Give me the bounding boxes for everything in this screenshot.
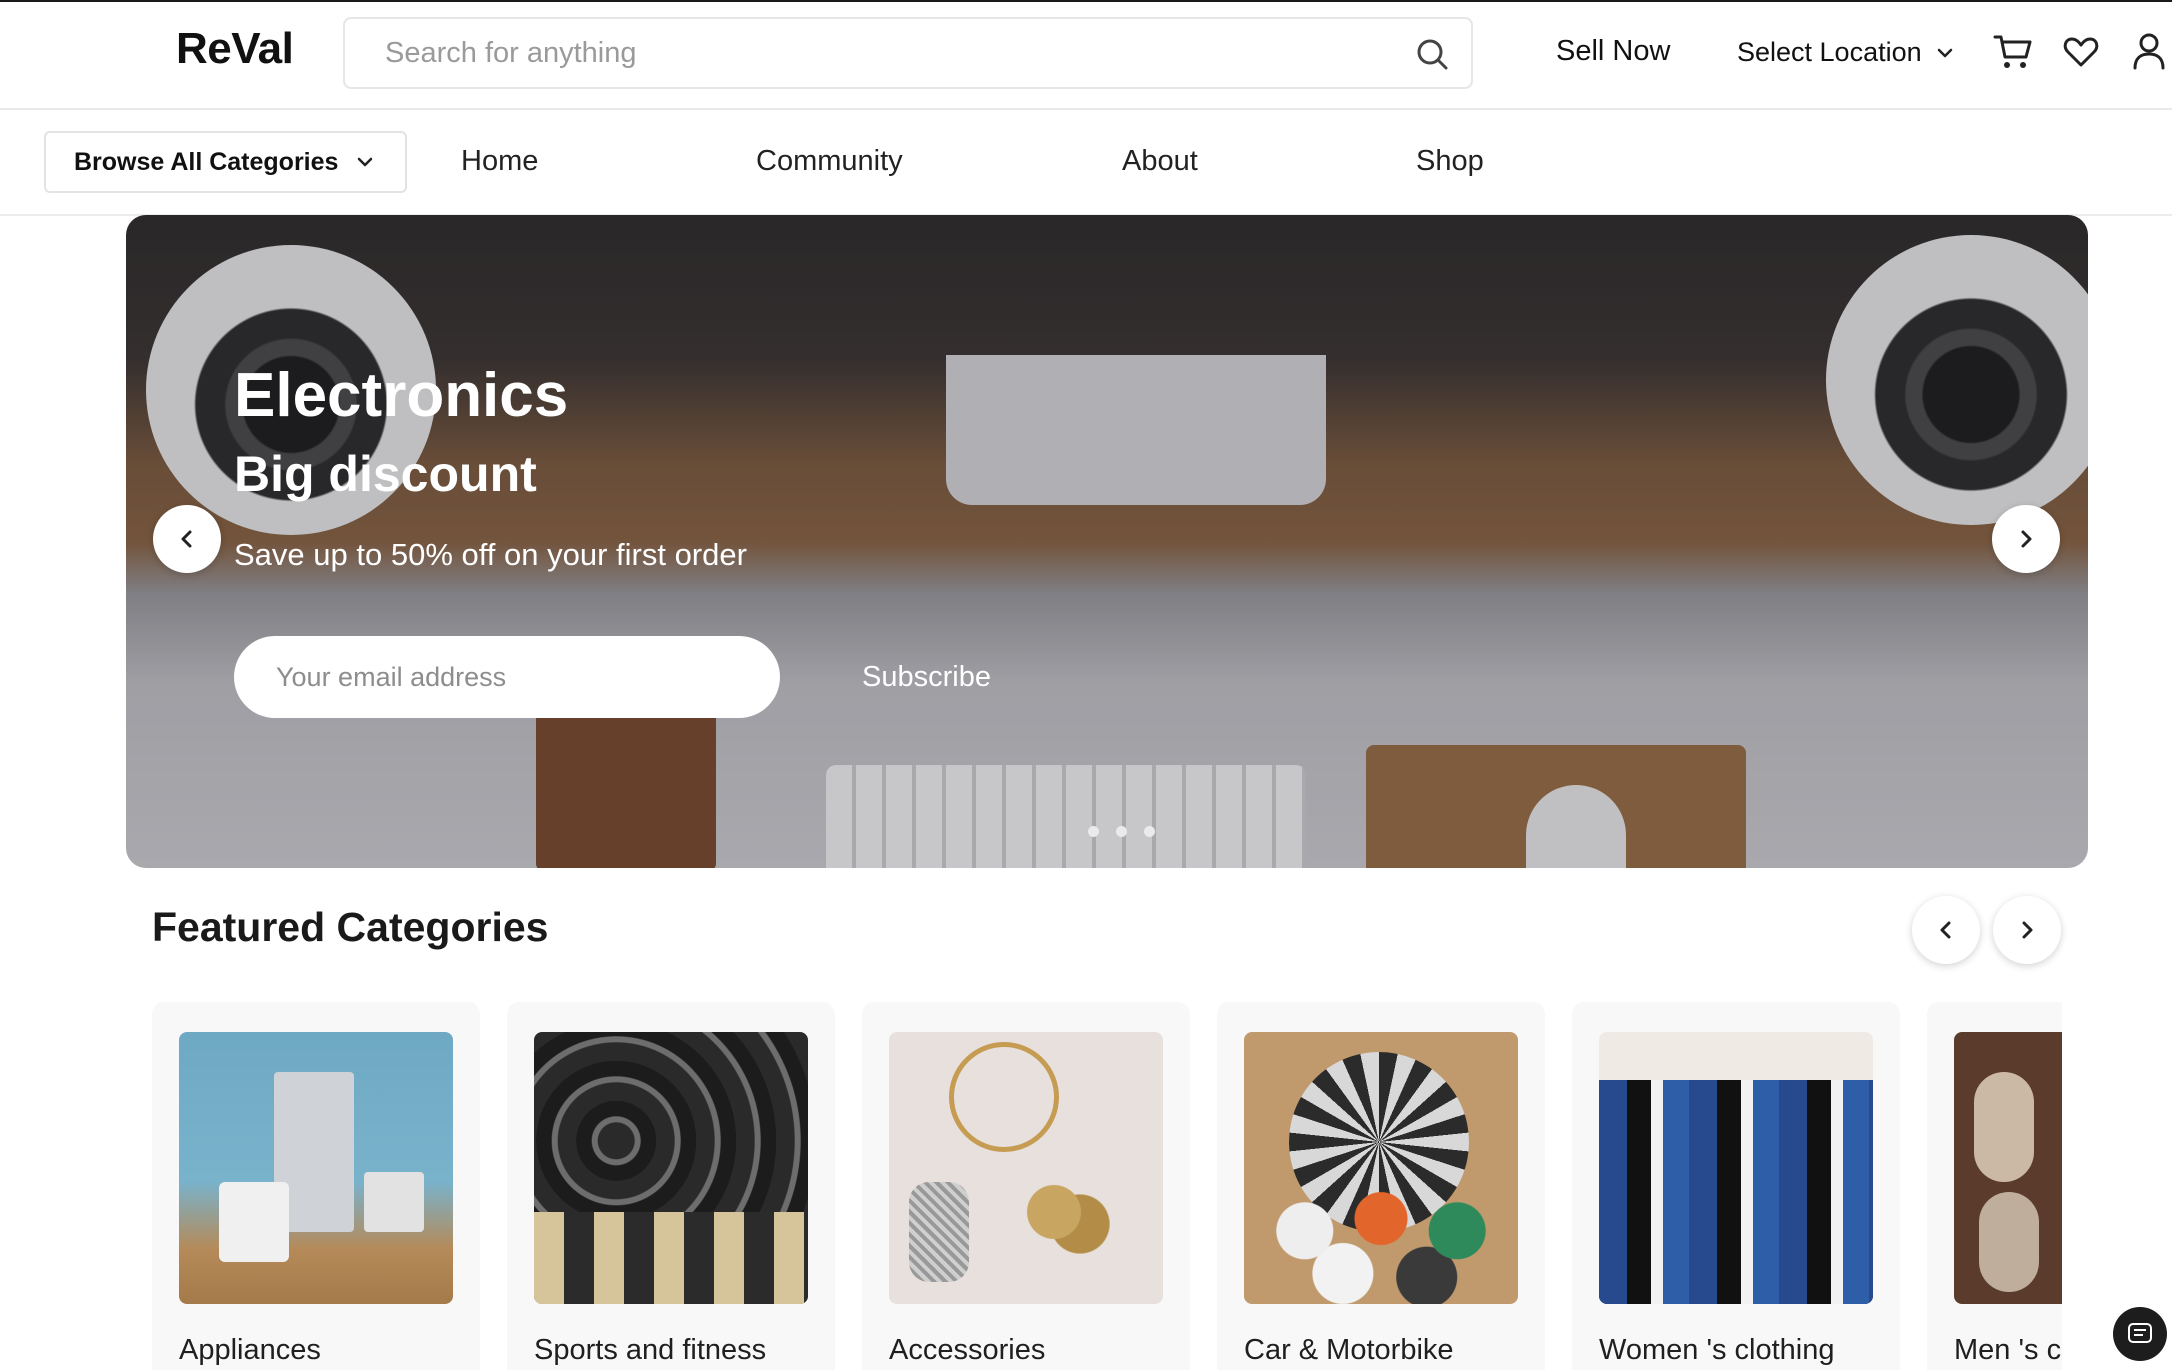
category-card-accessories[interactable]: Accessories [862,1002,1190,1370]
page: ReVal Sell Now Select Location [0,0,2172,1370]
top-header: ReVal Sell Now Select Location [0,2,2172,110]
carousel-dot[interactable] [1144,826,1155,837]
chat-icon [2128,1323,2152,1343]
carousel-dots [1088,826,1155,837]
search-icon[interactable] [1413,35,1453,75]
hero-title: Electronics [234,361,569,430]
location-select[interactable]: Select Location [1737,37,1956,68]
appliances-image [179,1032,453,1304]
carousel-dot[interactable] [1116,826,1127,837]
nav-home[interactable]: Home [461,145,538,178]
mens-clothing-image [1954,1032,2062,1304]
search-input[interactable] [385,33,1345,73]
sports-image [534,1032,808,1304]
heart-icon[interactable] [2058,28,2104,74]
browse-categories-button[interactable]: Browse All Categories [44,131,407,193]
chevron-left-icon [1940,921,1951,939]
hero-subtitle: Big discount [234,446,537,502]
category-cards: Appliances Sports and fitness Accessorie… [152,1002,2062,1370]
category-card-womens-clothing[interactable]: Women 's clothing [1572,1002,1900,1370]
location-label: Select Location [1737,37,1922,67]
featured-categories-title: Featured Categories [152,904,549,950]
hero-banner: Electronics Big discount Save up to 50% … [126,215,2088,868]
category-label: Women 's clothing [1599,1334,1835,1366]
category-card-mens-clothing[interactable]: Men 's c [1927,1002,2062,1370]
hero-next-button[interactable] [1992,505,2060,573]
sell-now-link[interactable]: Sell Now [1556,35,1670,68]
chevron-right-icon [2022,921,2033,939]
nav-about[interactable]: About [1122,145,1198,178]
nav-shop[interactable]: Shop [1416,145,1484,178]
accessories-image [889,1032,1163,1304]
chat-button[interactable] [2113,1307,2167,1361]
search-bar [343,17,1473,89]
featured-prev-button[interactable] [1912,896,1980,964]
womens-clothing-image [1599,1032,1873,1304]
category-card-car-motorbike[interactable]: Car & Motorbike [1217,1002,1545,1370]
featured-next-button[interactable] [1993,896,2061,964]
hero-text: Save up to 50% off on your first order [234,537,747,572]
cart-icon[interactable] [1990,28,2036,74]
category-label: Appliances [179,1334,321,1366]
hero-prev-button[interactable] [153,505,221,573]
category-card-sports[interactable]: Sports and fitness [507,1002,835,1370]
email-input[interactable] [234,636,780,718]
category-card-appliances[interactable]: Appliances [152,1002,480,1370]
main-nav: Browse All Categories Home Community Abo… [0,112,2172,216]
subscribe-button[interactable]: Subscribe [862,661,991,694]
carousel-dot[interactable] [1088,826,1099,837]
chevron-left-icon [181,530,192,548]
category-label: Accessories [889,1334,1046,1366]
browse-categories-label: Browse All Categories [74,147,339,176]
chevron-down-icon [1937,48,1952,57]
category-label: Men 's c [1954,1334,2062,1366]
category-label: Sports and fitness [534,1334,767,1366]
nav-community[interactable]: Community [756,145,903,178]
car-motorbike-image [1244,1032,1518,1304]
category-label: Car & Motorbike [1244,1334,1454,1366]
chevron-down-icon [357,157,373,167]
logo[interactable]: ReVal [176,24,294,74]
user-icon[interactable] [2126,28,2172,74]
chevron-right-icon [2021,530,2032,548]
